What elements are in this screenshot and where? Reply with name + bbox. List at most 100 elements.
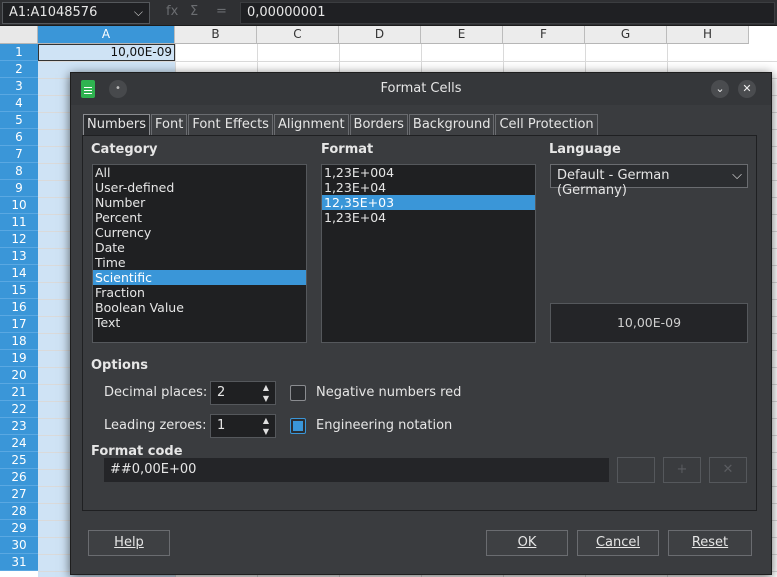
category-item[interactable]: User-defined xyxy=(93,180,306,195)
tab-font-effects[interactable]: Font Effects xyxy=(188,114,273,136)
cancel-button[interactable]: Cancel xyxy=(577,530,659,556)
row-header[interactable]: 5 xyxy=(0,112,38,129)
leading-zeroes-stepper[interactable]: 1 ▲ ▼ xyxy=(210,414,276,438)
column-header[interactable]: C xyxy=(257,26,339,44)
row-header[interactable]: 7 xyxy=(0,146,38,163)
row-header[interactable]: 27 xyxy=(0,486,38,503)
row-header[interactable]: 16 xyxy=(0,299,38,316)
category-listbox[interactable]: All User-defined Number Percent Currency Date… xyxy=(92,164,307,343)
row-header[interactable]: 21 xyxy=(0,384,38,401)
row-header[interactable]: 26 xyxy=(0,469,38,486)
row-header[interactable]: 24 xyxy=(0,435,38,452)
row-header[interactable]: 28 xyxy=(0,503,38,520)
row-header[interactable]: 10 xyxy=(0,197,38,214)
category-item[interactable]: Scientific xyxy=(93,270,306,285)
edit-comment-button[interactable]: + xyxy=(663,457,701,483)
row-header[interactable]: 1 xyxy=(0,44,38,61)
engineering-notation-checkbox[interactable] xyxy=(290,418,306,434)
add-format-button[interactable] xyxy=(617,457,655,483)
minimize-chevron-icon[interactable]: ⌄ xyxy=(711,80,729,98)
language-select[interactable]: Default - German (Germany) ⌵ xyxy=(550,164,748,198)
decimal-places-stepper[interactable]: 2 ▲ ▼ xyxy=(210,381,276,405)
leading-zeroes-label: Leading zeroes: xyxy=(104,418,207,433)
row-header[interactable]: 23 xyxy=(0,418,38,435)
help-button-label: Help xyxy=(114,535,144,550)
category-item[interactable]: Currency xyxy=(93,225,306,240)
close-icon[interactable]: ✕ xyxy=(738,80,756,98)
cell-a1[interactable]: 10,00E-09 xyxy=(38,44,175,61)
row-header[interactable]: 30 xyxy=(0,537,38,554)
format-cells-dialog: • Format Cells ⌄ ✕ Numbers Font Font Eff… xyxy=(70,72,772,575)
tab-numbers[interactable]: Numbers xyxy=(83,114,150,136)
stepper-arrows-icon[interactable]: ▲ ▼ xyxy=(259,382,273,404)
format-item[interactable]: 1,23E+04 xyxy=(322,210,535,225)
row-header[interactable]: 2 xyxy=(0,61,38,78)
row-header[interactable]: 9 xyxy=(0,180,38,197)
column-header[interactable]: D xyxy=(339,26,421,44)
row-header[interactable]: 17 xyxy=(0,316,38,333)
row-header[interactable]: 12 xyxy=(0,231,38,248)
language-value: Default - German (Germany) xyxy=(557,168,670,198)
equals-icon[interactable]: = xyxy=(216,4,227,19)
row-header[interactable]: 15 xyxy=(0,282,38,299)
select-all-corner[interactable] xyxy=(0,26,38,44)
row-header[interactable]: 8 xyxy=(0,163,38,180)
row-header[interactable]: 18 xyxy=(0,333,38,350)
function-wizard-icon[interactable]: fx xyxy=(166,4,178,19)
category-item[interactable]: Percent xyxy=(93,210,306,225)
row-header[interactable]: 13 xyxy=(0,248,38,265)
row-header[interactable]: 25 xyxy=(0,452,38,469)
cancel-button-label: Cancel xyxy=(595,535,641,550)
category-item[interactable]: Date xyxy=(93,240,306,255)
stepper-arrows-icon[interactable]: ▲ ▼ xyxy=(259,415,273,437)
row-header[interactable]: 19 xyxy=(0,350,38,367)
ok-button-label: OK xyxy=(517,535,537,550)
row-header[interactable]: 14 xyxy=(0,265,38,282)
row-header[interactable]: 31 xyxy=(0,554,38,571)
format-label: Format xyxy=(321,142,374,157)
format-listbox[interactable]: 1,23E+004 1,23E+04 12,35E+03 1,23E+04 xyxy=(321,164,536,343)
decimal-places-label: Decimal places: xyxy=(104,385,208,400)
ok-button[interactable]: OK xyxy=(486,530,568,556)
column-header[interactable]: B xyxy=(175,26,257,44)
column-headers: A B C D E F G H xyxy=(38,26,749,44)
tab-cell-protection[interactable]: Cell Protection xyxy=(495,114,598,136)
category-item[interactable]: All xyxy=(93,165,306,180)
category-item[interactable]: Number xyxy=(93,195,306,210)
row-header[interactable]: 22 xyxy=(0,401,38,418)
row-header[interactable]: 3 xyxy=(0,78,38,95)
category-item[interactable]: Fraction xyxy=(93,285,306,300)
format-code-input[interactable]: ##0,00E+00 xyxy=(103,457,610,483)
category-item[interactable]: Boolean Value xyxy=(93,300,306,315)
sum-icon[interactable]: Σ xyxy=(190,4,198,19)
formula-input[interactable]: 0,00000001 xyxy=(240,2,775,24)
row-header[interactable]: 6 xyxy=(0,129,38,146)
chevron-down-icon[interactable]: ⌵ xyxy=(134,5,143,20)
format-item[interactable]: 1,23E+004 xyxy=(322,165,535,180)
row-header[interactable]: 4 xyxy=(0,95,38,112)
category-item[interactable]: Text xyxy=(93,315,306,330)
column-header[interactable]: H xyxy=(667,26,749,44)
delete-format-button[interactable]: ✕ xyxy=(709,457,747,483)
format-item[interactable]: 1,23E+04 xyxy=(322,180,535,195)
format-item[interactable]: 12,35E+03 xyxy=(322,195,535,210)
negative-numbers-red-checkbox[interactable] xyxy=(290,385,306,401)
row-header[interactable]: 11 xyxy=(0,214,38,231)
language-label: Language xyxy=(549,142,621,157)
tab-borders[interactable]: Borders xyxy=(349,114,408,136)
name-box[interactable]: A1:A1048576 ⌵ xyxy=(2,2,150,24)
column-header[interactable]: G xyxy=(585,26,667,44)
row-header[interactable]: 20 xyxy=(0,367,38,384)
dialog-title: Format Cells xyxy=(380,81,462,96)
row-header[interactable]: 29 xyxy=(0,520,38,537)
reset-button[interactable]: Reset xyxy=(668,530,752,556)
tab-alignment[interactable]: Alignment xyxy=(273,114,349,136)
tab-font[interactable]: Font xyxy=(151,114,188,136)
column-header[interactable]: E xyxy=(421,26,503,44)
category-item[interactable]: Time xyxy=(93,255,306,270)
column-header[interactable]: A xyxy=(38,26,175,44)
column-header[interactable]: F xyxy=(503,26,585,44)
tab-background[interactable]: Background xyxy=(408,114,495,136)
help-button[interactable]: Help xyxy=(88,530,170,556)
dialog-titlebar[interactable]: • Format Cells ⌄ ✕ xyxy=(71,73,771,105)
